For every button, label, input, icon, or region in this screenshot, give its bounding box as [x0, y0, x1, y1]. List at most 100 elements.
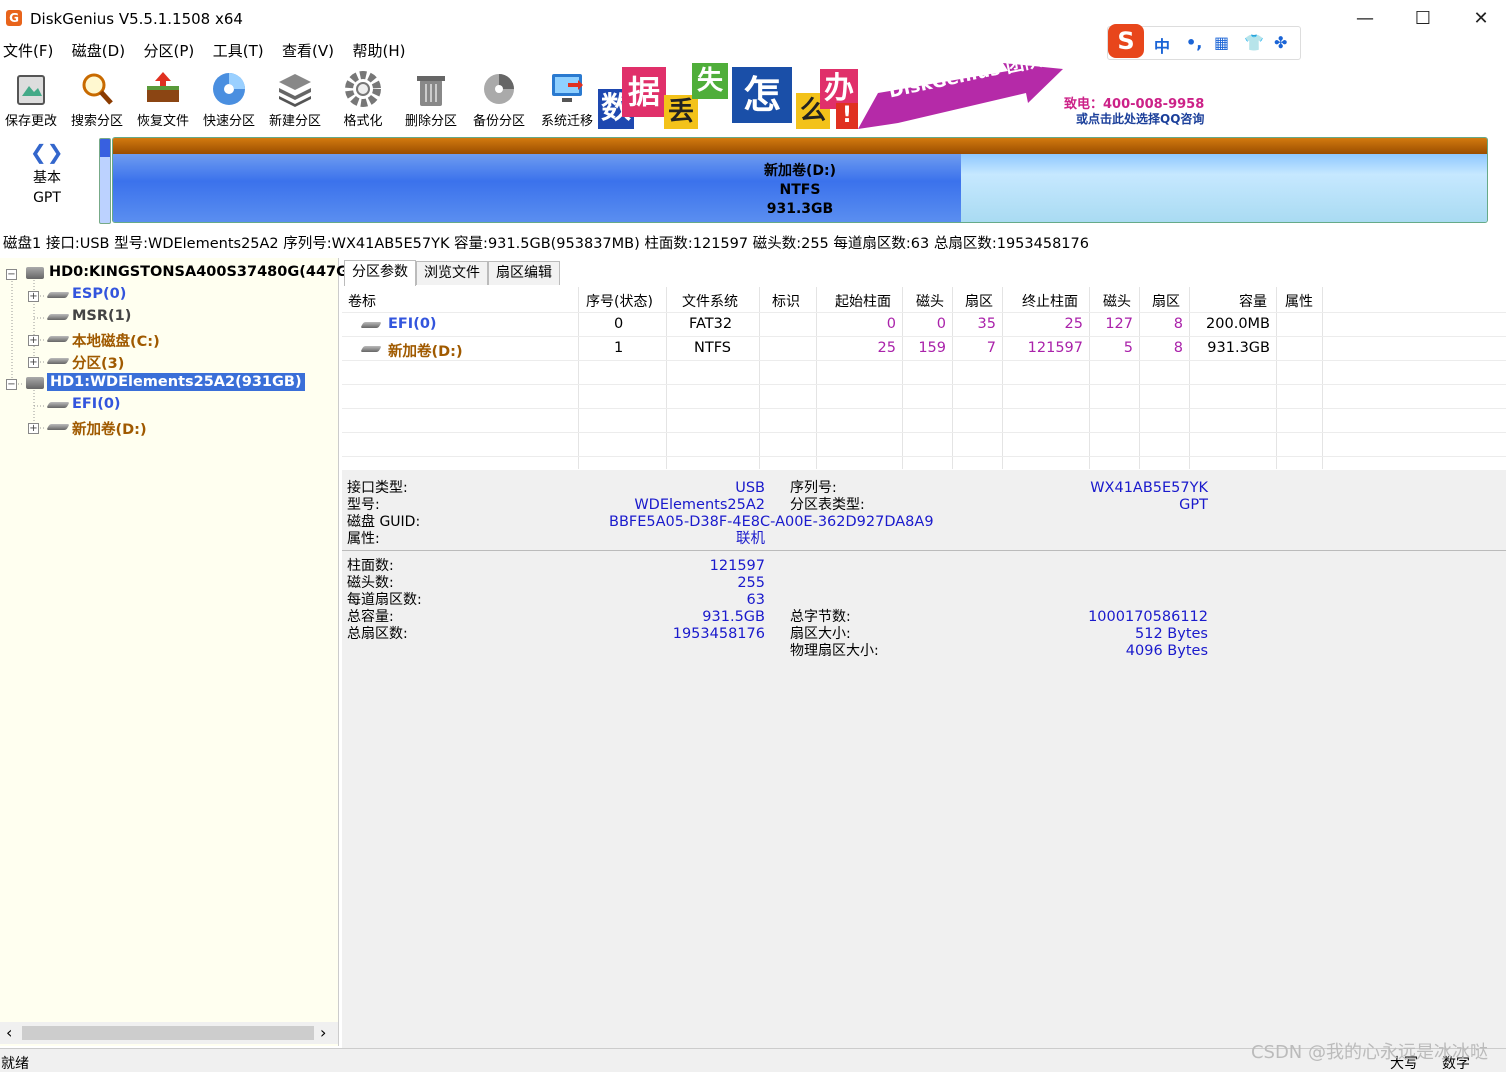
- col-id[interactable]: 标识: [772, 291, 800, 311]
- app-logo-icon: G: [6, 10, 22, 26]
- partition-icon: [46, 358, 70, 364]
- cell-end-sector: 8: [1173, 340, 1183, 356]
- tree-label-hd0: HD0:KINGSTONSA400S37480G(447GB): [49, 264, 366, 280]
- disk-details-pane: 接口类型: USB 型号: WDElements25A2 磁盘 GUID: BB…: [342, 470, 1506, 1048]
- menu-file[interactable]: 文件(F): [3, 40, 53, 61]
- tree-label-c: 本地磁盘(C:): [72, 334, 160, 350]
- disk-nav-arrows[interactable]: ❮❯: [30, 140, 64, 164]
- cell-start-cyl: 25: [877, 340, 896, 356]
- col-index-status[interactable]: 序号(状态): [586, 291, 653, 311]
- ime-chinese-mode[interactable]: 中: [1154, 33, 1170, 57]
- banner-char-4: 失: [692, 63, 728, 99]
- expand-toggle[interactable]: +: [28, 423, 39, 434]
- tab-sector-editor[interactable]: 扇区编辑: [488, 261, 560, 285]
- minimize-button[interactable]: —: [1342, 4, 1388, 34]
- disk-info-line: 磁盘1 接口:USB 型号:WDElements25A2 序列号:WX41AB5…: [3, 236, 1089, 252]
- scroll-left-icon[interactable]: ‹: [6, 1023, 12, 1042]
- ime-punct-icon[interactable]: •,: [1186, 33, 1202, 52]
- cell-end-sector: 8: [1173, 316, 1183, 332]
- menu-disk[interactable]: 磁盘(D): [72, 40, 125, 61]
- col-filesystem[interactable]: 文件系统: [682, 291, 738, 311]
- partition-icon: [46, 336, 70, 342]
- partition-icon: [46, 314, 70, 320]
- tree-label-p3: 分区(3): [72, 356, 125, 372]
- window-title: DiskGenius V5.5.1.1508 x64: [30, 10, 243, 28]
- col-capacity[interactable]: 容量: [1239, 291, 1267, 311]
- col-attr[interactable]: 属性: [1285, 291, 1313, 311]
- value-sectors-per-track: 63: [746, 592, 765, 608]
- value-model: WDElements25A2: [634, 497, 765, 513]
- expand-toggle[interactable]: +: [28, 335, 39, 346]
- tree-horizontal-scrollbar[interactable]: ‹ ›: [0, 1022, 338, 1044]
- col-end-cyl[interactable]: 终止柱面: [1022, 291, 1078, 311]
- close-button[interactable]: ✕: [1458, 4, 1504, 34]
- system-migration-button[interactable]: 系统迁移: [536, 64, 598, 130]
- disk-tree: − HD0:KINGSTONSA400S37480G(447GB) + ESP(…: [0, 258, 366, 1046]
- col-start-cyl[interactable]: 起始柱面: [835, 291, 891, 311]
- quick-partition-button[interactable]: 快速分区: [198, 64, 260, 130]
- menu-partition[interactable]: 分区(P): [144, 40, 195, 61]
- expand-toggle[interactable]: +: [28, 291, 39, 302]
- table-row[interactable]: 新加卷(D:) 1 NTFS 25 159 7 121597 5 8 931.3…: [342, 337, 1506, 361]
- tab-partition-params[interactable]: 分区参数: [344, 260, 416, 286]
- cell-index: 0: [614, 316, 624, 332]
- menu-help[interactable]: 帮助(H): [352, 40, 405, 61]
- value-total-capacity: 931.5GB: [702, 609, 765, 625]
- scroll-thumb[interactable]: [22, 1026, 314, 1040]
- value-serial: WX41AB5E57YK: [1090, 480, 1208, 496]
- tree-label-esp: ESP(0): [72, 286, 127, 302]
- banner-qq-link[interactable]: 或点击此处选择QQ咨询: [1076, 110, 1204, 127]
- tab-browse-files[interactable]: 浏览文件: [416, 261, 488, 285]
- cell-index: 1: [614, 340, 624, 356]
- cell-end-head: 127: [1105, 316, 1133, 332]
- label-heads: 磁头数:: [347, 575, 394, 591]
- disc-icon: [213, 73, 245, 105]
- gear-icon: [345, 71, 381, 107]
- partition-icon: [360, 346, 382, 352]
- format-button[interactable]: 格式化: [332, 64, 394, 130]
- ime-logo-icon[interactable]: S: [1108, 24, 1144, 58]
- value-attributes: 联机: [736, 531, 765, 547]
- backup-partition-button[interactable]: 备份分区: [468, 64, 530, 130]
- col-start-head[interactable]: 磁头: [916, 291, 944, 311]
- disk-type-label: 基本 GPT: [30, 168, 64, 208]
- efi-partition-block[interactable]: [99, 138, 111, 224]
- expand-toggle[interactable]: +: [28, 357, 39, 368]
- cell-start-head: 159: [918, 340, 946, 356]
- col-start-sector[interactable]: 扇区: [965, 291, 993, 311]
- tree-label-msr: MSR(1): [72, 308, 132, 324]
- value-heads: 255: [737, 575, 765, 591]
- recover-files-button[interactable]: 恢复文件: [132, 64, 194, 130]
- scroll-right-icon[interactable]: ›: [320, 1023, 326, 1042]
- toolbar: 保存更改 搜索分区 恢复文件 快速分区 新建分区 格式化 删除分区 备份分区 系…: [0, 64, 598, 130]
- disk-type-basic: 基本: [33, 170, 61, 186]
- save-changes-button[interactable]: 保存更改: [0, 64, 62, 130]
- trash-icon: [417, 76, 445, 106]
- csdn-watermark: CSDN @我的心永远是冰冰哒: [1250, 1042, 1488, 1063]
- maximize-button[interactable]: ☐: [1400, 4, 1446, 34]
- status-ready: 就绪: [1, 1056, 29, 1072]
- menu-tools[interactable]: 工具(T): [213, 40, 264, 61]
- table-row[interactable]: EFI(0) 0 FAT32 0 0 35 25 127 8 200.0MB: [342, 313, 1506, 337]
- menu-view[interactable]: 查看(V): [282, 40, 334, 61]
- partition-table: 卷标 序号(状态) 文件系统 标识 起始柱面 磁头 扇区 终止柱面 磁头 扇区 …: [342, 287, 1506, 469]
- ime-keyboard-icon[interactable]: ▦: [1214, 33, 1229, 52]
- monitor-migrate-icon: [552, 74, 583, 102]
- ime-skin-icon[interactable]: 👕: [1244, 33, 1264, 52]
- col-end-head[interactable]: 磁头: [1103, 291, 1131, 311]
- value-cylinders: 121597: [709, 558, 765, 574]
- new-partition-button[interactable]: 新建分区: [264, 64, 326, 130]
- collapse-toggle[interactable]: −: [6, 379, 17, 390]
- search-partition-button[interactable]: 搜索分区: [66, 64, 128, 130]
- recover-files-icon: [147, 72, 179, 102]
- collapse-toggle[interactable]: −: [6, 269, 17, 280]
- ime-tools-icon[interactable]: ✤: [1274, 33, 1287, 52]
- col-volume-label[interactable]: 卷标: [348, 291, 376, 311]
- advert-banner[interactable]: 数 据 丢 失 怎 么 办 ! DiskGenius 团队为您服务 致电：400…: [598, 63, 1209, 129]
- cell-capacity: 931.3GB: [1207, 340, 1270, 356]
- col-end-sector[interactable]: 扇区: [1152, 291, 1180, 311]
- value-interface-type: USB: [735, 480, 765, 496]
- partition-map-d[interactable]: 新加卷(D:) NTFS 931.3GB: [112, 137, 1488, 223]
- cell-start-sector: 7: [986, 340, 996, 356]
- delete-partition-button[interactable]: 删除分区: [400, 64, 462, 130]
